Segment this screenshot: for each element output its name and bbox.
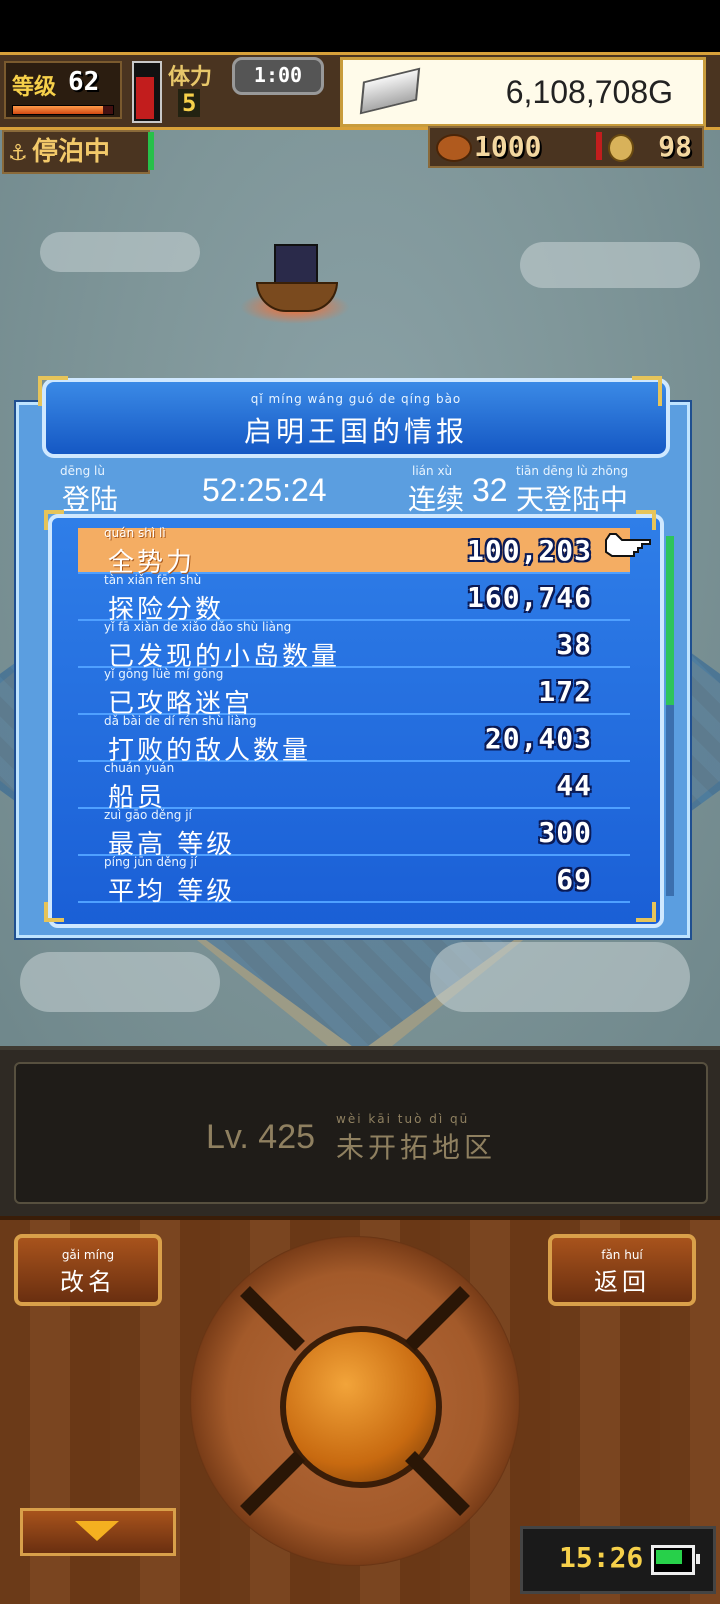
rename-ruby: gǎi míng [61, 1248, 115, 1262]
hand-pointer-icon [605, 533, 651, 557]
anchor-icon: ⚓ [8, 141, 28, 166]
row-value: 300 [538, 816, 592, 849]
login-row: dēng lù 登陆 52:25:24 lián xù 连续 32 tiān d… [20, 458, 680, 516]
panel-title: 启明王国的情报 [243, 415, 468, 448]
battery-icon [651, 1545, 700, 1575]
corner-ornament [636, 902, 656, 922]
coin-icon [608, 134, 634, 162]
red-gauge [132, 61, 162, 123]
level-value: 62 [68, 67, 100, 97]
streak-ruby-a: lián xù [412, 464, 453, 478]
area-level: Lv. 425 [206, 1118, 316, 1156]
clock: 15:26 [559, 1541, 644, 1574]
silver-ingot-icon [359, 67, 421, 115]
coin-value: 98 [658, 130, 692, 163]
down-arrow-icon [75, 1521, 119, 1541]
row-value: 20,403 [484, 722, 592, 755]
food-value: 1000 [474, 130, 542, 163]
panel-title-bar: qǐ míng wáng guó de qíng bào 启明王国的情报 [42, 378, 670, 458]
list-item[interactable]: dǎ bài de dí rén shù liàng 打败的敌人数量 20,40… [78, 714, 630, 766]
row-value: 100,203 [466, 534, 592, 567]
row-ruby: dǎ bài de dí rén shù liàng [104, 714, 257, 728]
anchor-status[interactable]: ⚓ 停泊中 [2, 130, 150, 174]
cloud [430, 942, 690, 1012]
streak-prefix: 连续 [408, 483, 465, 516]
login-label: 登陆 [62, 483, 119, 516]
top-hud: 等级 62 体力 5 1:00 6,108,708G [0, 52, 720, 130]
row-ruby: yǐ gōng lüè mí gōng [104, 667, 224, 681]
level-box: 等级 62 [4, 61, 122, 119]
corner-ornament [44, 902, 64, 922]
row-ruby: tàn xiǎn fēn shù [104, 573, 202, 587]
login-ruby: dēng lù [60, 464, 105, 478]
area-name: 未开拓地区 [336, 1131, 497, 1164]
list-item[interactable]: píng jūn děng jí 平均 等级 69 [78, 855, 630, 907]
stats-scrollbar[interactable] [666, 536, 674, 896]
gold-box: 6,108,708G [340, 57, 706, 127]
list-item[interactable]: chuán yuán 船员 44 [78, 761, 630, 813]
battery-level [656, 1550, 682, 1564]
food-barrel-icon [436, 134, 472, 162]
stats-list[interactable]: quán shì lì 全势力 100,203 tàn xiǎn fēn shù… [48, 514, 664, 928]
row-ruby: yǐ fā xiàn de xiǎo dǎo shù liàng [104, 620, 292, 634]
row-label: 平均 等级 [108, 877, 236, 907]
red-gauge-fill [136, 76, 154, 119]
list-item[interactable]: yǐ fā xiàn de xiǎo dǎo shù liàng 已发现的小岛数… [78, 620, 630, 672]
level-progress-bar [12, 105, 114, 115]
rename-button[interactable]: gǎi míng 改名 [14, 1234, 162, 1306]
back-label: 返回 [594, 1268, 650, 1296]
dpad-dividers [240, 1286, 470, 1516]
clock-box: 15:26 [520, 1526, 716, 1594]
stamina-label: 体力 [168, 65, 213, 90]
status-indicator [148, 132, 154, 170]
timer: 1:00 [232, 57, 324, 95]
corner-ornament [44, 510, 64, 530]
row-ruby: zuì gāo děng jí [104, 808, 192, 822]
title-ruby: qǐ míng wáng guó de qíng bào [250, 392, 462, 406]
corner-ornament [636, 510, 656, 530]
back-button[interactable]: fǎn huí 返回 [548, 1234, 696, 1306]
row-ruby: chuán yuán [104, 761, 175, 775]
cloud [520, 242, 700, 288]
row-value: 38 [556, 628, 592, 661]
anchor-status-label: 停泊中 [32, 137, 111, 167]
stamina-value: 5 [178, 89, 201, 117]
battery-tip [696, 1554, 700, 1564]
list-item[interactable]: tàn xiǎn fēn shù 探险分数 160,746 [78, 573, 630, 625]
list-item[interactable]: quán shì lì 全势力 100,203 [78, 526, 630, 578]
resource-box: 1000 98 [428, 126, 704, 168]
row-ruby: quán shì lì [104, 526, 166, 540]
back-ruby: fǎn huí [601, 1248, 643, 1262]
streak-suffix: 天登陆中 [516, 483, 629, 516]
stamina-box: 体力 5 [168, 59, 228, 121]
player-ship[interactable] [240, 240, 350, 324]
gold-value: 6,108,708G [505, 74, 673, 110]
resource-divider [596, 132, 602, 160]
row-value: 172 [538, 675, 592, 708]
level-progress-fill [13, 106, 103, 114]
list-item[interactable]: zuì gāo děng jí 最高 等级 300 [78, 808, 630, 860]
row-ruby: píng jūn děng jí [104, 855, 198, 869]
corner-ornament [632, 376, 662, 406]
row-value: 69 [556, 863, 592, 896]
menu-down-button[interactable] [20, 1508, 176, 1556]
list-item[interactable]: yǐ gōng lüè mí gōng 已攻略迷宫 172 [78, 667, 630, 719]
cloud [20, 952, 220, 1012]
row-value: 160,746 [466, 581, 592, 614]
streak-days: 32 [472, 472, 508, 508]
top-black-bar [0, 0, 720, 52]
area-ruby: wèi kāi tuò dì qū [336, 1112, 470, 1126]
level-label: 等级 [12, 75, 57, 100]
rename-label: 改名 [60, 1268, 116, 1296]
streak-ruby-b: tiān dēng lù zhōng [516, 464, 629, 478]
cloud [40, 232, 200, 272]
scrollbar-thumb[interactable] [666, 536, 674, 706]
corner-ornament [38, 376, 68, 406]
login-time: 52:25:24 [202, 472, 327, 508]
row-value: 44 [556, 769, 592, 802]
